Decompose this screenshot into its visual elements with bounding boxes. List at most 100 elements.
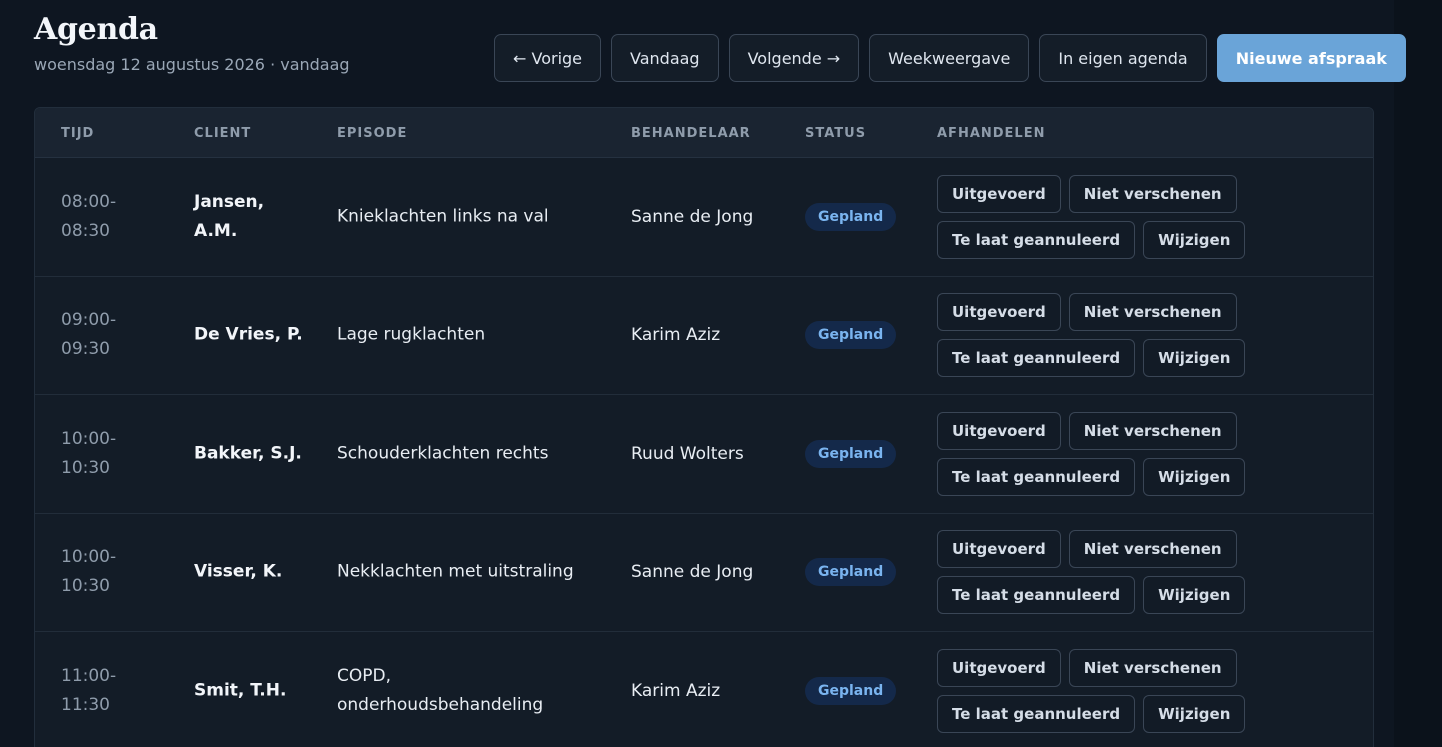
late-cancel-button[interactable]: Te laat geannuleerd [937,220,1136,259]
column-header-status: STATUS [805,126,867,141]
edit-button[interactable]: Wijzigen [1143,339,1246,378]
appointment-time: 10:00- 10:30 [61,543,131,601]
own-agenda-button[interactable]: In eigen agenda [1039,34,1207,82]
behandelaar-name: Sanne de Jong [631,206,754,227]
table-row: 10:00- 10:30 Visser, K. Nekklachten met uit… [35,514,1373,632]
time-start: 10:00- [61,547,117,568]
appointment-time: 09:00- 09:30 [61,306,131,364]
today-button[interactable]: Vandaag [611,34,719,82]
mark-done-button[interactable]: Uitgevoerd [937,293,1061,332]
client-name-line-2: A.M. [194,220,238,241]
late-cancel-button[interactable]: Te laat geannuleerd [937,576,1136,615]
no-show-button[interactable]: Niet verschenen [1068,293,1237,332]
new-appointment-button[interactable]: Nieuwe afspraak [1216,34,1406,82]
table-body: 08:00- 08:30 Jansen, A.M. Knieklachten links… [35,158,1373,747]
appointments-table: TIJD CLIENT EPISODE BEHANDELAAR STATUS A… [34,107,1374,747]
page-subtitle: woensdag 12 augustus 2026 · vandaag [34,55,350,74]
previous-button[interactable]: ← Vorige [494,34,602,82]
week-view-button[interactable]: Weekweergave [869,34,1030,82]
appointment-time: 11:00- 11:30 [61,662,131,720]
mark-done-button[interactable]: Uitgevoerd [937,174,1061,213]
table-header: TIJD CLIENT EPISODE BEHANDELAAR STATUS A… [35,108,1373,158]
row-actions: Uitgevoerd Niet verschenen Te laat geannul… [937,293,1246,378]
mark-done-button[interactable]: Uitgevoerd [937,648,1061,687]
time-start: 09:00- [61,310,117,331]
no-show-button[interactable]: Niet verschenen [1068,530,1237,569]
status-badge: Gepland [805,321,897,350]
row-actions: Uitgevoerd Niet verschenen Te laat geannul… [937,530,1246,615]
time-end: 10:30 [61,457,110,478]
actions-line: Uitgevoerd Niet verschenen [937,530,1237,569]
mark-done-button[interactable]: Uitgevoerd [937,411,1061,450]
edit-button[interactable]: Wijzigen [1143,457,1246,496]
appointment-time: 10:00- 10:30 [61,425,131,483]
late-cancel-button[interactable]: Te laat geannuleerd [937,339,1136,378]
column-header-actions: AFHANDELEN [937,126,1046,141]
actions-line: Uitgevoerd Niet verschenen [937,648,1237,687]
late-cancel-button[interactable]: Te laat geannuleerd [937,457,1136,496]
row-actions: Uitgevoerd Niet verschenen Te laat geannul… [937,411,1246,496]
actions-line: Te laat geannuleerd Wijzigen [937,576,1246,615]
time-end: 08:30 [61,220,110,241]
column-header-episode: EPISODE [337,126,408,141]
table-row: 08:00- 08:30 Jansen, A.M. Knieklachten links… [35,158,1373,277]
client-name: Jansen, A.M. [194,188,314,246]
status-badge: Gepland [805,676,897,705]
no-show-button[interactable]: Niet verschenen [1068,648,1237,687]
actions-line: Uitgevoerd Niet verschenen [937,411,1237,450]
client-name-line-1: Smit, T.H. [194,680,287,701]
edit-button[interactable]: Wijzigen [1143,576,1246,615]
row-actions: Uitgevoerd Niet verschenen Te laat geannul… [937,174,1246,259]
status-badge: Gepland [805,202,897,231]
behandelaar-name: Sanne de Jong [631,562,754,583]
page-header: Agenda woensdag 12 augustus 2026 · vanda… [34,12,350,74]
status-badge: Gepland [805,439,897,468]
late-cancel-button[interactable]: Te laat geannuleerd [937,694,1136,733]
episode-description: COPD, onderhoudsbehandeling [337,662,587,720]
actions-line: Te laat geannuleerd Wijzigen [937,339,1246,378]
client-name-line-1: Visser, K. [194,561,283,582]
table-row: 09:00- 09:30 De Vries, P. Lage rugklachten K… [35,277,1373,395]
right-gutter [1394,0,1442,747]
row-actions: Uitgevoerd Niet verschenen Te laat geannul… [937,648,1246,733]
time-start: 11:00- [61,665,117,686]
appointment-time: 08:00- 08:30 [61,188,131,246]
behandelaar-name: Karim Aziz [631,680,721,701]
episode-line-1: Knieklachten links na val [337,206,549,227]
time-end: 09:30 [61,339,110,360]
next-button[interactable]: Volgende → [728,34,860,82]
episode-description: Knieklachten links na val [337,202,587,231]
table-row: 10:00- 10:30 Bakker, S.J. Schouderklachten … [35,395,1373,514]
client-name: Smit, T.H. [194,676,314,705]
episode-line-1: COPD, [337,665,391,686]
time-start: 08:00- [61,191,117,212]
mark-done-button[interactable]: Uitgevoerd [937,530,1061,569]
client-name-line-1: Bakker, S.J. [194,443,302,464]
client-name: De Vries, P. [194,321,314,350]
actions-line: Te laat geannuleerd Wijzigen [937,694,1246,733]
behandelaar-name: Karim Aziz [631,325,721,346]
client-name: Visser, K. [194,558,314,587]
status-badge: Gepland [805,558,897,587]
episode-description: Lage rugklachten [337,321,587,350]
time-end: 10:30 [61,576,110,597]
client-name: Bakker, S.J. [194,439,314,468]
episode-line-1: Nekklachten met uitstraling [337,561,574,582]
page-title: Agenda [34,12,158,47]
no-show-button[interactable]: Niet verschenen [1068,411,1237,450]
edit-button[interactable]: Wijzigen [1143,220,1246,259]
actions-line: Uitgevoerd Niet verschenen [937,174,1237,213]
no-show-button[interactable]: Niet verschenen [1068,174,1237,213]
episode-line-1: Lage rugklachten [337,324,486,345]
actions-line: Uitgevoerd Niet verschenen [937,293,1237,332]
column-header-time: TIJD [61,126,95,141]
edit-button[interactable]: Wijzigen [1143,694,1246,733]
behandelaar-name: Ruud Wolters [631,443,744,464]
time-start: 10:00- [61,428,117,449]
actions-line: Te laat geannuleerd Wijzigen [937,220,1246,259]
episode-description: Schouderklachten rechts [337,439,587,468]
episode-line-2: onderhoudsbehandeling [337,694,544,715]
client-name-line-1: Jansen, [194,191,265,212]
column-header-behandelaar: BEHANDELAAR [631,126,751,141]
client-name-line-1: De Vries, P. [194,324,303,345]
